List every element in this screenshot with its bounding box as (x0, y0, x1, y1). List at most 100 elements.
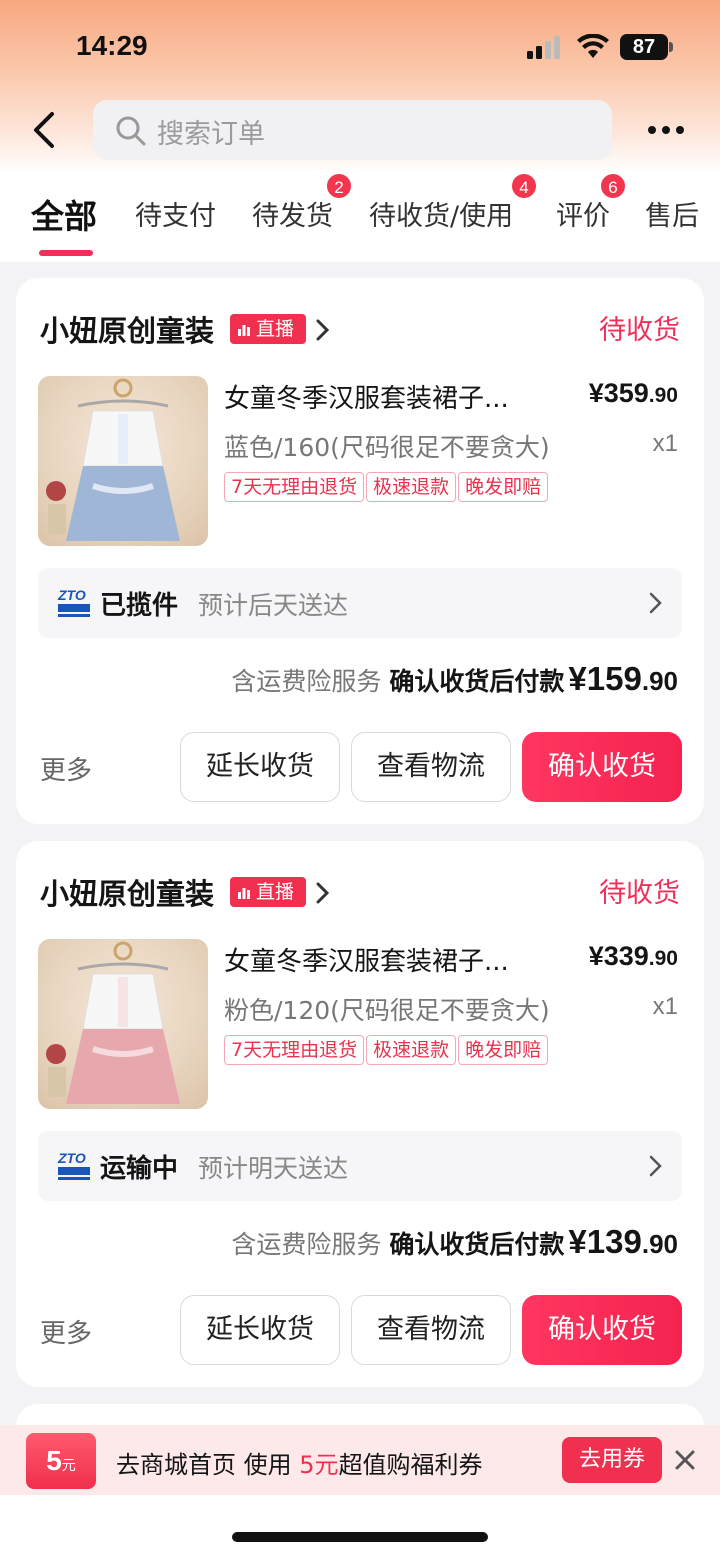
product-title[interactable]: 女童冬季汉服套装裙子... (224, 941, 544, 978)
logistics-row[interactable]: ZTO 运输中 预计明天送达 (38, 1131, 682, 1201)
payment-label: 确认收货后付款 (389, 667, 565, 696)
price-cents: .90 (648, 947, 678, 970)
live-tag[interactable]: 直播 (230, 314, 306, 344)
extend-receipt-button[interactable]: 延长收货 (180, 1295, 340, 1365)
home-indicator[interactable] (232, 1532, 488, 1542)
shipping-insurance-note: 含运费险服务 (231, 1230, 382, 1259)
amount-main: 159 (586, 660, 642, 697)
promo-text-highlight: 5元 (299, 1451, 339, 1479)
order-card[interactable]: 小妞原创童装 直播 待收货 女童冬季汉服套装裙子... ¥359.90 蓝色/1… (16, 278, 704, 824)
live-bars-icon (238, 325, 250, 336)
shop-name[interactable]: 小妞原创童装 (40, 871, 214, 913)
product-thumbnail[interactable] (38, 939, 208, 1109)
confirm-receipt-button[interactable]: 确认收货 (522, 732, 682, 802)
confirm-receipt-button[interactable]: 确认收货 (522, 1295, 682, 1365)
order-card[interactable]: 小妞原创童装 直播 待收货 女童冬季汉服套装裙子... ¥339.90 粉色/1… (16, 841, 704, 1387)
product-image (46, 941, 180, 1104)
coupon-badge: 5元 (26, 1433, 96, 1489)
search-icon (116, 116, 146, 146)
product-quantity: x1 (652, 430, 678, 457)
product-thumbnail[interactable] (38, 376, 208, 546)
live-tag-label: 直播 (256, 318, 295, 340)
price-main: 339 (603, 941, 649, 971)
shop-name[interactable]: 小妞原创童装 (40, 308, 214, 350)
close-icon[interactable] (674, 1449, 696, 1471)
service-tag: 7天无理由退货 (224, 472, 365, 502)
service-tags: 7天无理由退货 极速退款 晚发即赔 (224, 1035, 550, 1065)
svg-text:ZTO: ZTO (57, 1150, 86, 1166)
status-bar: 14:29 87 (0, 0, 720, 96)
more-options-icon[interactable] (644, 114, 688, 146)
payment-amount: ¥139.90 (568, 1223, 678, 1260)
order-status: 待收货 (599, 878, 680, 909)
product-sku: 粉色/120(尺码很足不要贪大) (224, 996, 550, 1025)
payment-summary: 含运费险服务 确认收货后付款 ¥159.90 (231, 660, 678, 698)
active-tab-indicator (39, 250, 93, 256)
cellular-signal-icon (527, 36, 560, 59)
price-currency: ¥ (588, 378, 604, 408)
battery-indicator: 87 (620, 34, 668, 60)
product-price: ¥359.90 (589, 378, 678, 409)
amount-cents: .90 (641, 666, 678, 696)
search-placeholder: 搜索订单 (157, 119, 265, 150)
logistics-row[interactable]: ZTO 已揽件 预计后天送达 (38, 568, 682, 638)
payment-label: 确认收货后付款 (389, 1230, 565, 1259)
search-input[interactable]: 搜索订单 (93, 100, 612, 160)
zto-express-logo-icon: ZTO (57, 587, 90, 617)
more-actions-link[interactable]: 更多 (40, 1313, 92, 1350)
tab-badge-review: 6 (599, 172, 627, 200)
coupon-unit: 元 (61, 1458, 76, 1474)
logistics-status: 已揽件 (100, 591, 179, 621)
extend-receipt-button[interactable]: 延长收货 (180, 732, 340, 802)
service-tag: 极速退款 (366, 472, 457, 502)
live-tag[interactable]: 直播 (230, 877, 306, 907)
wifi-icon (577, 34, 609, 58)
service-tag: 晚发即赔 (458, 472, 549, 502)
service-tag: 7天无理由退货 (224, 1035, 365, 1065)
service-tag: 晚发即赔 (458, 1035, 549, 1065)
chevron-right-icon (649, 592, 662, 614)
view-logistics-button[interactable]: 查看物流 (351, 1295, 511, 1365)
price-main: 359 (603, 378, 649, 408)
product-title[interactable]: 女童冬季汉服套装裙子... (224, 378, 544, 415)
product-price: ¥339.90 (589, 941, 678, 972)
chevron-right-icon[interactable] (314, 317, 332, 343)
zto-express-logo-icon: ZTO (57, 1150, 90, 1180)
live-bars-icon (238, 888, 250, 899)
tab-badge-receipt: 4 (510, 172, 538, 200)
use-coupon-button[interactable]: 去用券 (562, 1437, 662, 1483)
order-tabs: 全部 待支付 待发货 2 待收货/使用 4 评价 6 售后 (0, 172, 720, 258)
amount-currency: ¥ (568, 1223, 587, 1260)
promo-text-before: 去商城首页 使用 (116, 1451, 292, 1479)
logistics-eta: 预计明天送达 (198, 1154, 349, 1183)
tab-pending-shipment[interactable]: 待发货 (252, 194, 333, 233)
more-actions-link[interactable]: 更多 (40, 750, 92, 787)
chevron-right-icon[interactable] (314, 880, 332, 906)
logistics-status: 运输中 (100, 1154, 179, 1184)
logistics-eta: 预计后天送达 (198, 591, 349, 620)
price-currency: ¥ (588, 941, 604, 971)
tab-pending-receipt[interactable]: 待收货/使用 (369, 194, 513, 233)
back-arrow-icon[interactable] (24, 108, 68, 152)
tab-review[interactable]: 评价 (556, 194, 610, 233)
amount-cents: .90 (641, 1229, 678, 1259)
status-time: 14:29 (76, 30, 148, 61)
service-tags: 7天无理由退货 极速退款 晚发即赔 (224, 472, 550, 502)
tab-badge-shipment: 2 (325, 172, 353, 200)
tab-after-sales[interactable]: 售后 (645, 194, 699, 233)
coupon-value: 5 (46, 1445, 62, 1476)
battery-nub (669, 42, 673, 52)
tab-all[interactable]: 全部 (31, 190, 97, 238)
shipping-insurance-note: 含运费险服务 (231, 667, 382, 696)
promo-text: 去商城首页 使用 5元超值购福利券 (116, 1445, 483, 1480)
tab-pending-payment[interactable]: 待支付 (135, 194, 216, 233)
coupon-promo-bar[interactable]: 5元 去商城首页 使用 5元超值购福利券 去用券 (0, 1425, 720, 1495)
product-sku: 蓝色/160(尺码很足不要贪大) (224, 433, 550, 462)
chevron-right-icon (649, 1155, 662, 1177)
service-tag: 极速退款 (366, 1035, 457, 1065)
view-logistics-button[interactable]: 查看物流 (351, 732, 511, 802)
payment-amount: ¥159.90 (568, 660, 678, 697)
promo-text-after: 超值购福利券 (338, 1451, 483, 1479)
product-image (46, 378, 180, 541)
svg-text:ZTO: ZTO (57, 587, 86, 603)
